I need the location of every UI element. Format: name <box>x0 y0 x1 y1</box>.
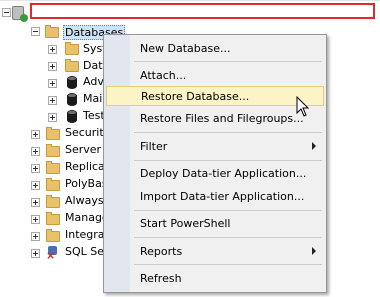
menu-item-label: New Database... <box>140 41 231 55</box>
submenu-arrow-icon <box>312 247 316 255</box>
menu-item-label: Attach... <box>140 68 187 82</box>
menu-separator <box>134 132 322 133</box>
expand-toggle[interactable] <box>48 62 57 71</box>
folder-icon <box>46 212 60 225</box>
menu-item-import-data-tier[interactable]: Import Data-tier Application... <box>106 186 324 206</box>
menu-item-filter[interactable]: Filter <box>106 136 324 156</box>
server-name-highlight <box>30 3 375 19</box>
menu-item-label: Refresh <box>140 271 182 285</box>
menu-item-label: Restore Files and Filegroups... <box>140 111 304 125</box>
context-menu: New Database... Attach... Restore Databa… <box>103 34 327 293</box>
expand-toggle[interactable] <box>48 45 57 54</box>
expand-toggle[interactable] <box>31 130 40 139</box>
sql-agent-icon <box>46 246 59 262</box>
menu-item-deploy-data-tier[interactable]: Deploy Data-tier Application... <box>106 163 324 183</box>
tree-node-database[interactable]: Test <box>83 109 105 122</box>
collapse-toggle-server[interactable] <box>2 8 11 17</box>
expand-toggle[interactable] <box>31 198 40 207</box>
menu-separator <box>134 160 322 161</box>
folder-icon <box>46 195 60 208</box>
menu-item-label: Start PowerShell <box>140 216 231 230</box>
menu-item-label: Filter <box>140 139 168 153</box>
database-icon <box>67 110 77 123</box>
folder-icon <box>46 178 60 191</box>
menu-item-restore-database[interactable]: Restore Database... <box>106 86 324 106</box>
submenu-arrow-icon <box>312 142 316 150</box>
menu-item-restore-files-filegroups[interactable]: Restore Files and Filegroups... <box>106 108 324 128</box>
expand-toggle[interactable] <box>31 147 40 156</box>
expand-toggle[interactable] <box>31 232 40 241</box>
expand-toggle[interactable] <box>31 249 40 258</box>
menu-item-new-database[interactable]: New Database... <box>106 38 324 58</box>
expand-toggle[interactable] <box>31 164 40 173</box>
menu-item-refresh[interactable]: Refresh <box>106 268 324 288</box>
menu-item-label: Restore Database... <box>141 89 250 103</box>
database-icon <box>67 76 77 89</box>
menu-item-label: Import Data-tier Application... <box>140 189 305 203</box>
mouse-cursor-icon <box>296 96 310 117</box>
folder-icon <box>46 161 60 174</box>
menu-separator <box>134 264 322 265</box>
tree-node-database[interactable]: Adv <box>83 75 104 88</box>
expand-toggle[interactable] <box>48 79 57 88</box>
folder-icon <box>46 144 60 157</box>
menu-separator <box>134 237 322 238</box>
menu-separator <box>134 61 322 62</box>
collapse-toggle-databases[interactable] <box>31 27 40 36</box>
folder-icon <box>46 229 60 242</box>
expand-toggle[interactable] <box>31 215 40 224</box>
menu-separator <box>134 210 322 211</box>
menu-item-attach[interactable]: Attach... <box>106 65 324 85</box>
menu-item-label: Deploy Data-tier Application... <box>140 166 307 180</box>
expand-toggle[interactable] <box>48 96 57 105</box>
menu-item-reports[interactable]: Reports <box>106 241 324 261</box>
menu-item-label: Reports <box>140 244 183 258</box>
folder-icon <box>46 127 60 140</box>
server-icon <box>12 6 28 22</box>
tree-node-sql-server-agent[interactable]: SQL Ser <box>65 245 109 258</box>
expand-toggle[interactable] <box>31 181 40 190</box>
database-icon <box>67 93 77 106</box>
folder-icon <box>65 42 79 55</box>
folder-icon <box>45 25 59 38</box>
expand-toggle[interactable] <box>48 113 57 122</box>
folder-icon <box>65 59 79 72</box>
menu-item-start-powershell[interactable]: Start PowerShell <box>106 213 324 233</box>
